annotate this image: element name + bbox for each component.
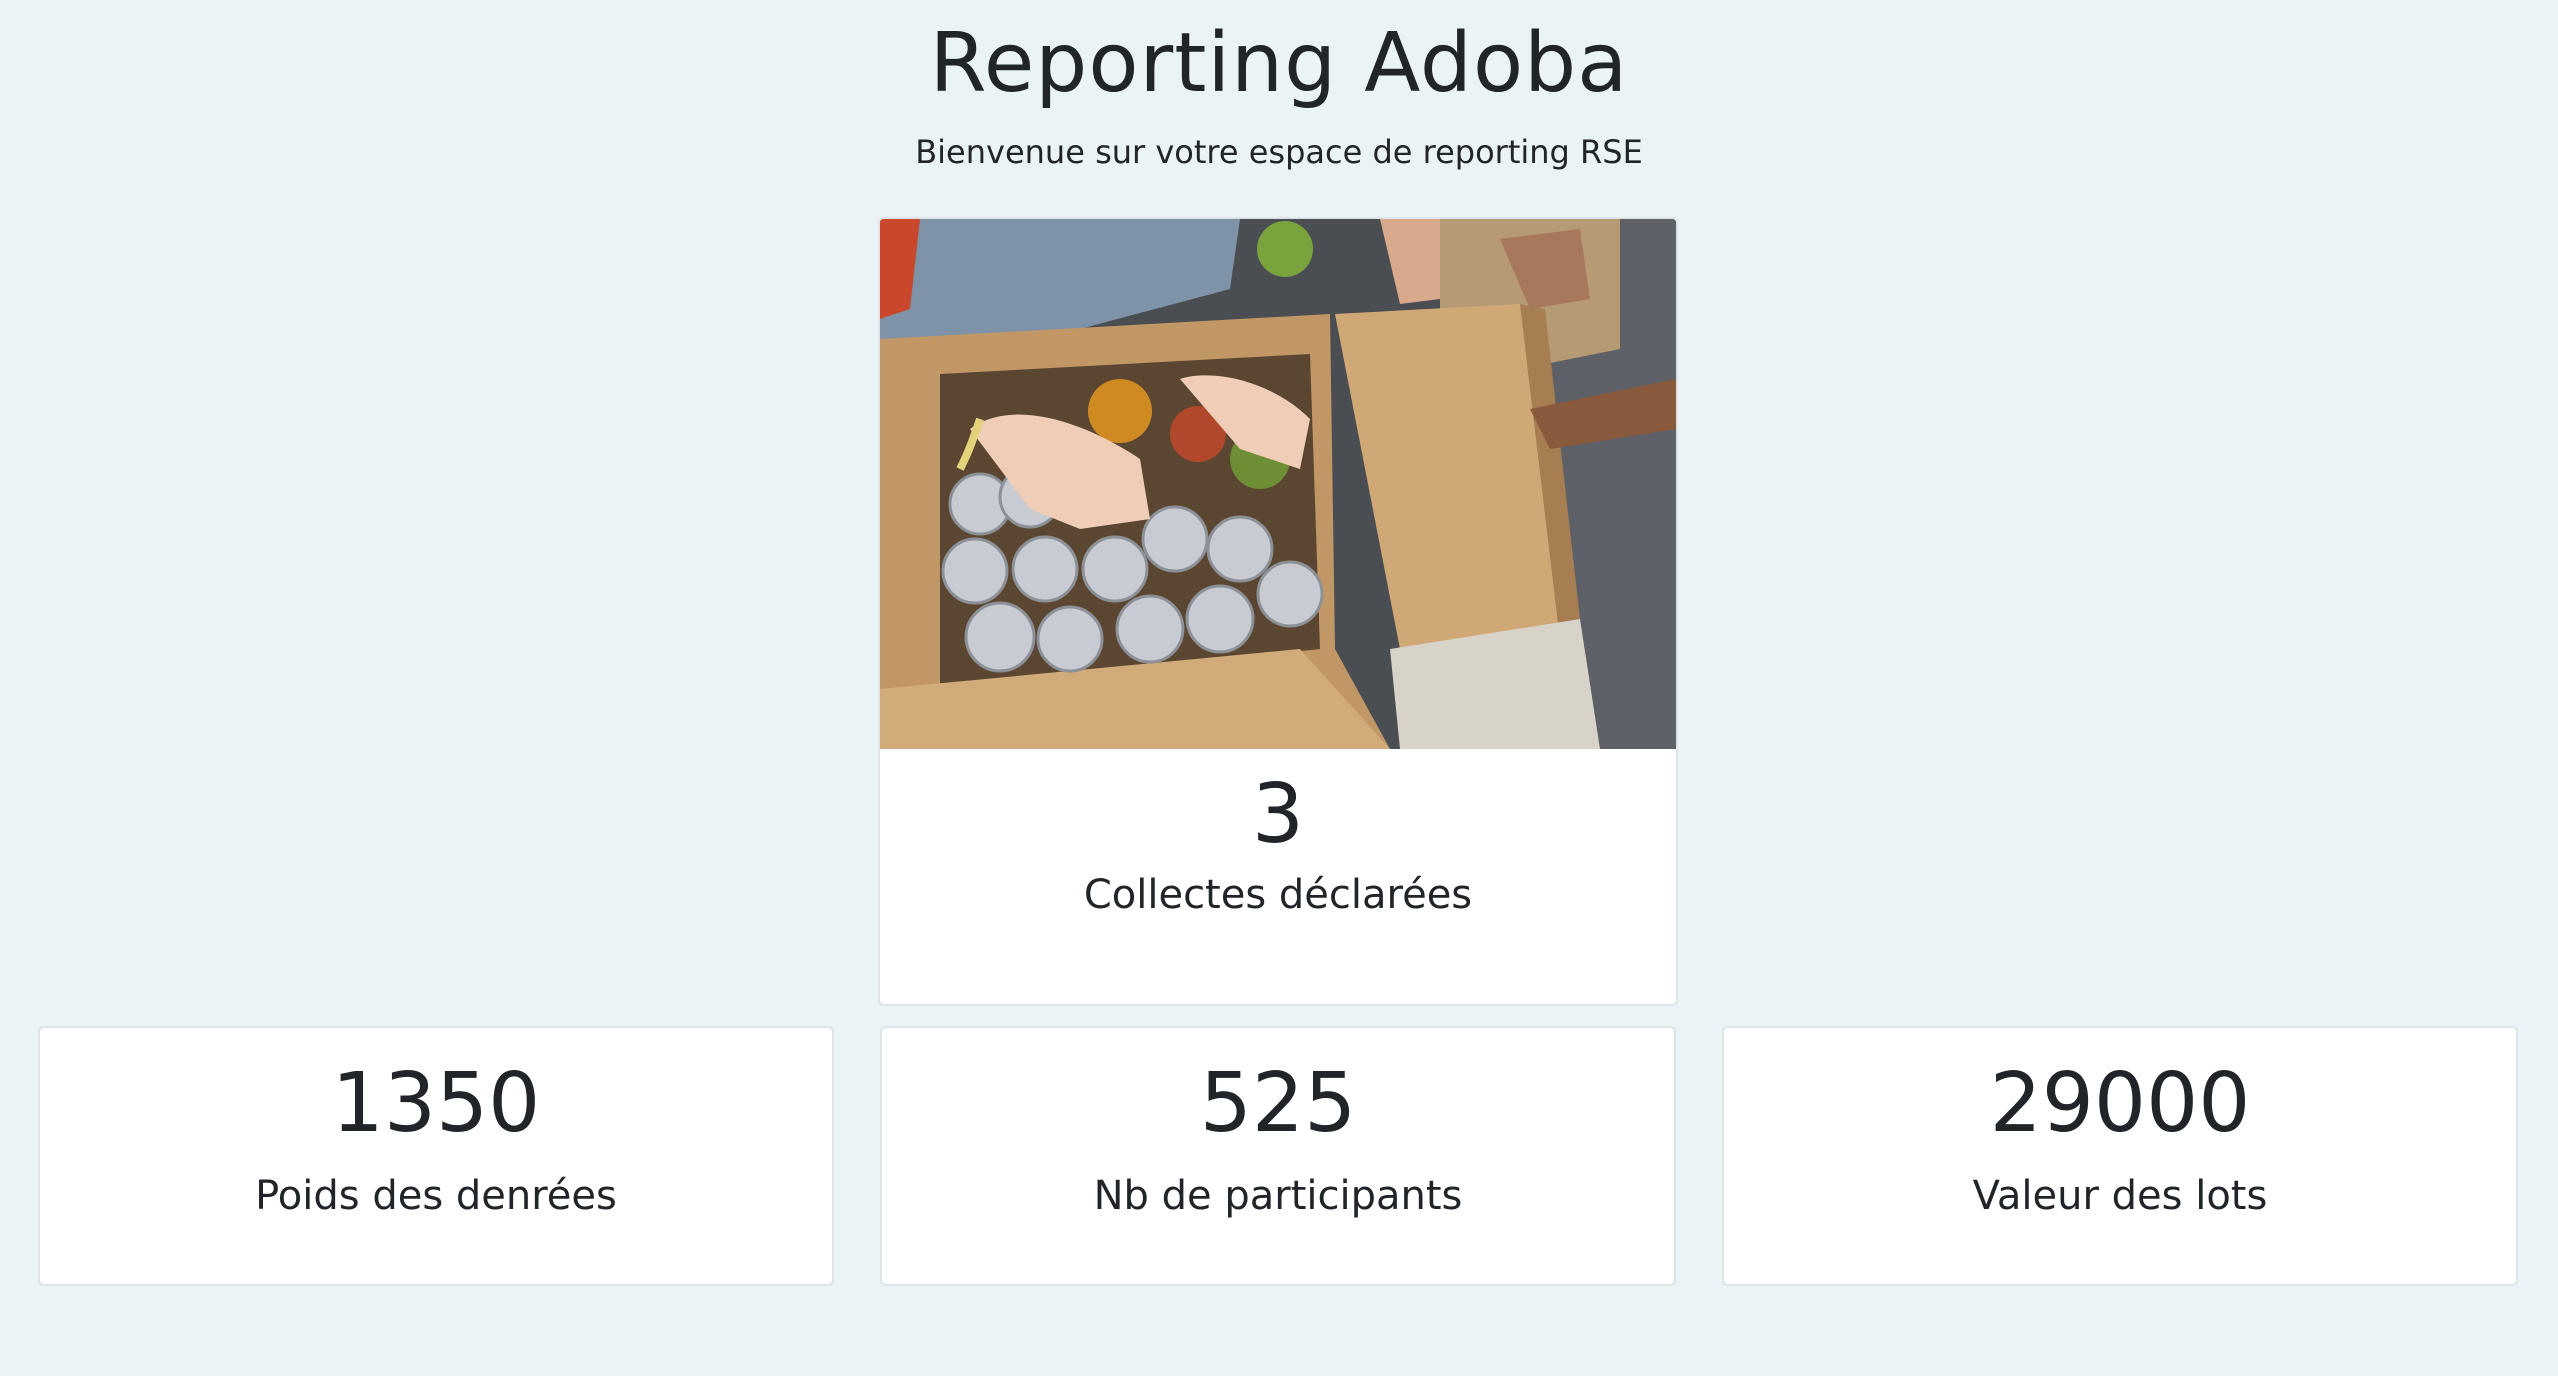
stat-label: Nb de participants [1093, 1173, 1463, 1219]
stat-value: 1350 [331, 1056, 541, 1151]
collectes-label: Collectes déclarées [1083, 872, 1473, 918]
collectes-count: 3 [1251, 767, 1305, 862]
stat-label: Poids des denrées [255, 1173, 617, 1219]
stat-label: Valeur des lots [1972, 1173, 2268, 1219]
stat-card-poids: 1350 Poids des denrées [38, 1026, 834, 1286]
stat-card-valeur: 29000 Valeur des lots [1722, 1026, 2518, 1286]
stat-card-participants: 525 Nb de participants [880, 1026, 1676, 1286]
food-donation-photo [880, 219, 1676, 749]
page-title: Reporting Adoba [929, 16, 1629, 111]
stat-value: 29000 [1989, 1056, 2251, 1151]
page-subtitle: Bienvenue sur votre espace de reporting … [915, 133, 1643, 171]
stat-value: 525 [1199, 1056, 1357, 1151]
collectes-card: 3 Collectes déclarées [878, 217, 1678, 1006]
